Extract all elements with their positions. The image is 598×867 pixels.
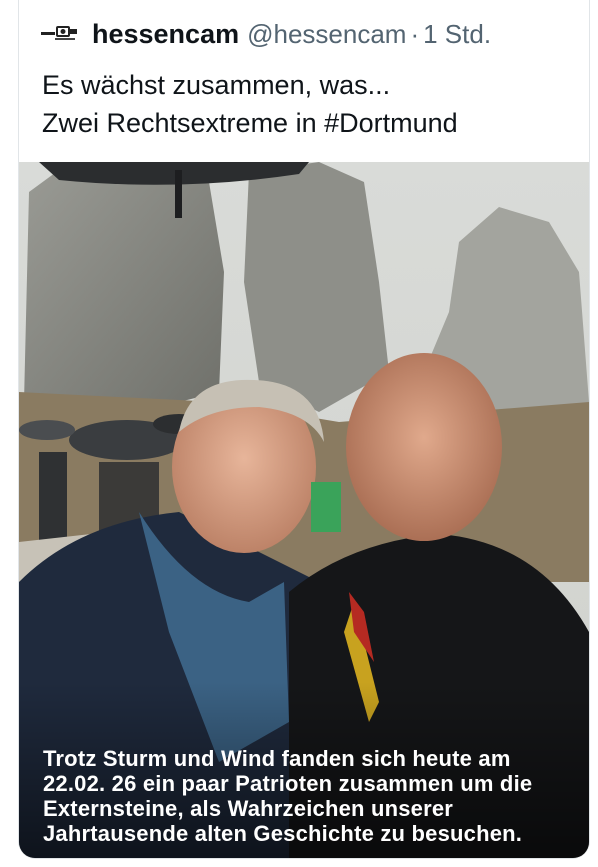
tweet-text: Es wächst zusammen, was... Zwei Rechtsex… — [42, 66, 458, 142]
avatar[interactable] — [40, 19, 80, 49]
tweet-header: hessencam @hessencam · 1 Std. — [40, 14, 491, 54]
caption-line: 22.02. 26 ein paar Patrioten zusammen um… — [43, 771, 533, 796]
tweet-text-line: Zwei Rechtsextreme in #Dortmund — [42, 108, 458, 138]
tweet-photo[interactable]: Trotz Sturm und Wind fanden sich heute a… — [19, 162, 589, 858]
display-name[interactable]: hessencam — [92, 19, 239, 50]
caption-line: Externsteine, als Wahrzeichen unserer — [43, 796, 454, 821]
user-handle[interactable]: @hessencam — [247, 19, 406, 50]
tweet-text-line: Es wächst zusammen, was... — [42, 70, 391, 100]
caption-line: Trotz Sturm und Wind fanden sich heute a… — [43, 746, 511, 771]
photo-caption: Trotz Sturm und Wind fanden sich heute a… — [43, 746, 583, 846]
hessencam-logo-icon — [41, 26, 77, 40]
caption-line: Jahrtausende alten Geschichte zu besuche… — [43, 821, 523, 846]
tweet-timestamp[interactable]: 1 Std. — [423, 19, 491, 50]
separator-dot: · — [410, 18, 420, 49]
